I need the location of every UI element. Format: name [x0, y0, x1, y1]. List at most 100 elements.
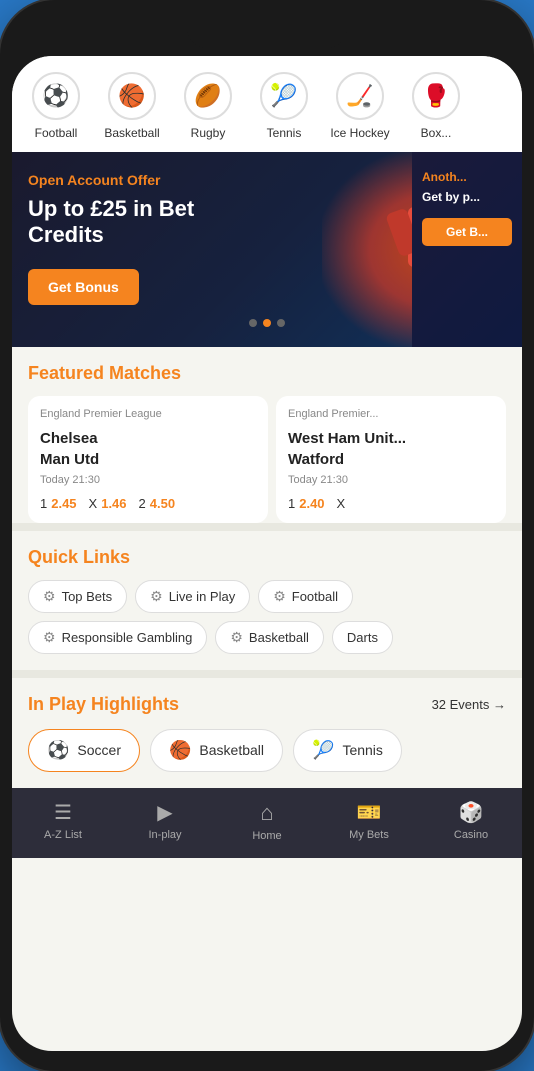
odd-1-draw[interactable]: X 1.46	[89, 496, 127, 511]
quick-links-title: Quick Links	[28, 547, 506, 568]
match-2-team1: West Ham Unit...	[288, 430, 406, 447]
nav-az-list[interactable]: ☰ A-Z List	[36, 800, 91, 841]
match-1-team2: Man Utd	[40, 451, 99, 468]
section-divider-1	[12, 523, 522, 531]
quick-link-responsible[interactable]: ⚙ Responsible Gambling	[28, 621, 207, 654]
match-2-time: Today 21:30	[288, 474, 494, 486]
match-1-time: Today 21:30	[40, 474, 256, 486]
sport-item-tennis[interactable]: 🎾 Tennis	[248, 72, 320, 140]
in-play-icon: ▶	[157, 800, 172, 825]
dot-2[interactable]	[263, 319, 271, 327]
odd-1-away-value: 4.50	[150, 496, 175, 511]
sport-label-basketball: Basketball	[104, 126, 159, 140]
home-icon: ⌂	[260, 800, 273, 826]
nav-home[interactable]: ⌂ Home	[240, 800, 295, 842]
quick-link-responsible-label: Responsible Gambling	[62, 630, 193, 645]
nav-casino[interactable]: 🎲 Casino	[444, 800, 499, 841]
match-card-1[interactable]: England Premier League Chelsea Man Utd T…	[28, 396, 268, 523]
tab-tennis[interactable]: 🎾 Tennis	[293, 729, 402, 772]
inplay-title: In Play Highlights	[28, 694, 179, 715]
quick-link-basketball-label: Basketball	[249, 630, 309, 645]
boxing-icon: 🥊	[412, 72, 460, 120]
tennis-tab-icon: 🎾	[312, 740, 334, 761]
quick-links-row: ⚙ Top Bets ⚙ Live in Play ⚙ Football	[28, 580, 506, 613]
quick-link-football[interactable]: ⚙ Football	[258, 580, 353, 613]
ql-football-icon: ⚙	[273, 588, 286, 605]
my-bets-icon: 🎫	[357, 800, 382, 825]
sport-item-ice-hockey[interactable]: 🏒 Ice Hockey	[324, 72, 396, 140]
sport-label-rugby: Rugby	[191, 126, 226, 140]
tab-basketball[interactable]: 🏀 Basketball	[150, 729, 283, 772]
featured-section: Featured Matches England Premier League …	[12, 347, 522, 523]
match-1-teams: Chelsea Man Utd	[40, 428, 256, 470]
ql-basketball-icon: ⚙	[230, 629, 243, 646]
quick-link-basketball[interactable]: ⚙ Basketball	[215, 621, 324, 654]
match-1-league: England Premier League	[40, 408, 256, 420]
featured-title: Featured Matches	[28, 363, 506, 384]
odd-2-draw: X	[337, 496, 346, 511]
match-1-odds: 1 2.45 X 1.46 2 4.50	[40, 496, 256, 511]
banner-second: Anoth... Get by p... Get B...	[412, 152, 522, 347]
notch	[187, 20, 347, 48]
quick-link-darts[interactable]: Darts	[332, 621, 393, 654]
tab-soccer[interactable]: ⚽ Soccer	[28, 729, 140, 772]
basketball-icon: 🏀	[108, 72, 156, 120]
nav-az-list-label: A-Z List	[44, 829, 82, 841]
sport-item-basketball[interactable]: 🏀 Basketball	[96, 72, 168, 140]
match-2-team2: Watford	[288, 451, 344, 468]
quick-link-football-label: Football	[292, 589, 338, 604]
screen: ⚽ Football 🏀 Basketball 🏉 Rugby 🎾 Tennis…	[12, 56, 522, 1051]
quick-link-live-in-play-label: Live in Play	[169, 589, 235, 604]
quick-links-row-2: ⚙ Responsible Gambling ⚙ Basketball Dart…	[28, 621, 506, 654]
odd-1-home-value: 2.45	[51, 496, 76, 511]
odd-1-away[interactable]: 2 4.50	[139, 496, 176, 511]
live-in-play-icon: ⚙	[150, 588, 163, 605]
tennis-icon: 🎾	[260, 72, 308, 120]
odd-2-home-value: 2.40	[299, 496, 324, 511]
dot-3	[277, 319, 285, 327]
sport-item-boxing[interactable]: 🥊 Box...	[400, 72, 472, 140]
odd-2-home[interactable]: 1 2.40	[288, 496, 325, 511]
quick-link-top-bets-label: Top Bets	[62, 589, 113, 604]
banner-second-label: Anoth...	[422, 170, 512, 184]
match-2-odds: 1 2.40 X	[288, 496, 494, 511]
quick-link-top-bets[interactable]: ⚙ Top Bets	[28, 580, 127, 613]
odd-1-home[interactable]: 1 2.45	[40, 496, 77, 511]
banner-title: Up to £25 in Bet Credits	[28, 196, 208, 249]
section-divider-2	[12, 670, 522, 678]
sport-item-rugby[interactable]: 🏉 Rugby	[172, 72, 244, 140]
casino-icon: 🎲	[459, 800, 484, 825]
nav-casino-label: Casino	[454, 829, 488, 841]
tab-tennis-label: Tennis	[342, 742, 382, 758]
inplay-events[interactable]: 32 Events →	[432, 697, 506, 712]
nav-home-label: Home	[252, 830, 281, 842]
inplay-header: In Play Highlights 32 Events →	[28, 694, 506, 715]
quick-link-live-in-play[interactable]: ⚙ Live in Play	[135, 580, 250, 613]
nav-my-bets[interactable]: 🎫 My Bets	[342, 800, 397, 841]
sport-label-tennis: Tennis	[267, 126, 302, 140]
phone-frame: ⚽ Football 🏀 Basketball 🏉 Rugby 🎾 Tennis…	[0, 0, 534, 1071]
rugby-icon: 🏉	[184, 72, 232, 120]
sport-label-football: Football	[35, 126, 78, 140]
odd-1-draw-value: 1.46	[101, 496, 126, 511]
match-1-team1: Chelsea	[40, 430, 98, 447]
nav-in-play[interactable]: ▶ In-play	[138, 800, 193, 841]
get-bonus-button[interactable]: Get Bonus	[28, 269, 139, 305]
match-2-teams: West Ham Unit... Watford	[288, 428, 494, 470]
match-2-league: England Premier...	[288, 408, 494, 420]
matches-row: England Premier League Chelsea Man Utd T…	[28, 396, 506, 523]
football-icon: ⚽	[32, 72, 80, 120]
screen-inner: ⚽ Football 🏀 Basketball 🏉 Rugby 🎾 Tennis…	[12, 56, 522, 1051]
match-card-2[interactable]: England Premier... West Ham Unit... Watf…	[276, 396, 506, 523]
bottom-nav: ☰ A-Z List ▶ In-play ⌂ Home 🎫 My Bets 🎲	[12, 788, 522, 858]
inplay-section: In Play Highlights 32 Events → ⚽ Soccer …	[12, 678, 522, 788]
sport-tabs-row: ⚽ Soccer 🏀 Basketball 🎾 Tennis	[28, 729, 506, 788]
banner-second-btn[interactable]: Get B...	[422, 218, 512, 246]
nav-in-play-label: In-play	[148, 829, 181, 841]
nav-my-bets-label: My Bets	[349, 829, 389, 841]
sport-label-ice-hockey: Ice Hockey	[330, 126, 389, 140]
sport-item-football[interactable]: ⚽ Football	[20, 72, 92, 140]
banner-section: Open Account Offer Up to £25 in Bet Cred…	[12, 152, 522, 347]
dot-1	[249, 319, 257, 327]
top-bets-icon: ⚙	[43, 588, 56, 605]
